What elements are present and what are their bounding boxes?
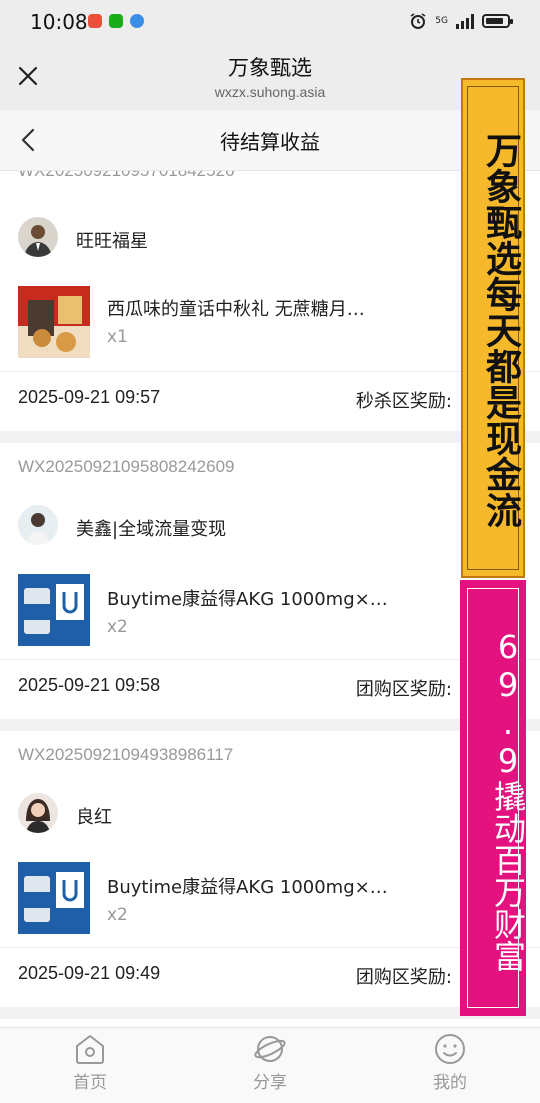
product-quantity: x2 (107, 617, 128, 637)
promo-banner-pink[interactable]: 69.9撬动百万财富 (460, 580, 527, 1016)
avatar (18, 217, 58, 257)
divider (0, 947, 540, 948)
app-notification-icon (88, 14, 102, 28)
order-time: 2025-09-21 09:49 (18, 963, 161, 983)
order-time: 2025-09-21 09:57 (18, 387, 161, 407)
divider (0, 371, 540, 372)
product-name: Buytime康益得AKG 1000mg×… (107, 589, 388, 610)
profile-face-icon (435, 1034, 465, 1064)
network-type: 5G (435, 16, 448, 26)
reward-label: 团购区奖励: (355, 679, 452, 700)
order-card[interactable]: WX20250921095701842526 旺旺福星 西瓜味的童话中秋礼 无蔗… (0, 171, 540, 431)
browser-notification-icon (130, 14, 144, 28)
product-thumbnail (18, 862, 90, 934)
signal-icon (456, 13, 474, 29)
bottom-tab-bar: 首页 分享 我的 (0, 1027, 540, 1103)
browser-title-bar: 万象甄选 wxzx.suhong.asia ··· (0, 44, 540, 110)
page-title: 待结算收益 (220, 130, 320, 154)
battery-fill (486, 18, 503, 24)
product-quantity: x2 (107, 905, 128, 925)
buyer-name: 美鑫|全域流量变现 (76, 519, 227, 540)
tab-share[interactable]: 分享 (220, 1028, 320, 1103)
avatar (18, 793, 58, 833)
tab-label: 我的 (433, 1073, 467, 1093)
tab-mine[interactable]: 我的 (400, 1028, 500, 1103)
order-id: WX20250921095808242609 (18, 457, 235, 476)
divider (0, 659, 540, 660)
product-thumbnail (18, 574, 90, 646)
site-url: wxzx.suhong.asia (214, 84, 326, 100)
promo-banner-gold[interactable]: 万象甄选每天都是现金流 (461, 78, 525, 578)
order-list[interactable]: WX20250921095701842526 旺旺福星 西瓜味的童话中秋礼 无蔗… (0, 171, 540, 1027)
battery-icon (482, 14, 513, 28)
product-name: 西瓜味的童话中秋礼 无蔗糖月… (107, 299, 365, 320)
tab-label: 首页 (73, 1073, 107, 1093)
notification-icons (88, 14, 144, 28)
tab-label: 分享 (253, 1073, 287, 1093)
status-bar: 10:08 5G (0, 0, 540, 44)
avatar (18, 505, 58, 545)
order-id: WX20250921095701842526 (18, 171, 234, 195)
product-name: Buytime康益得AKG 1000mg×… (107, 877, 388, 898)
status-time: 10:08 (30, 10, 88, 34)
reward-label: 秒杀区奖励: (355, 391, 452, 412)
home-icon (76, 1035, 104, 1064)
order-card[interactable]: WX20250921095808242609 美鑫|全域流量变现 Buytime… (0, 443, 540, 719)
product-quantity: x1 (107, 327, 128, 347)
order-time: 2025-09-21 09:58 (18, 675, 161, 695)
order-id: WX20250921094938986117 (18, 745, 234, 764)
site-title: 万象甄选 (228, 56, 312, 80)
alarm-icon (410, 13, 426, 29)
buyer-name: 良红 (76, 807, 112, 828)
product-thumbnail (18, 286, 90, 358)
share-planet-icon (254, 1036, 286, 1062)
tab-home[interactable]: 首页 (40, 1028, 140, 1103)
banner-pink-text: 69.9撬动百万财富 (489, 628, 527, 972)
order-card[interactable]: WX20250921094938986117 良红 Buytime康益得AKG … (0, 731, 540, 1007)
order-card[interactable] (0, 1019, 540, 1027)
buyer-name: 旺旺福星 (76, 231, 148, 252)
page-nav-bar: 待结算收益 (0, 110, 540, 171)
banner-gold-text: 万象甄选每天都是现金流 (480, 132, 521, 528)
wechat-notification-icon (109, 14, 123, 28)
reward-label: 团购区奖励: (355, 967, 452, 988)
